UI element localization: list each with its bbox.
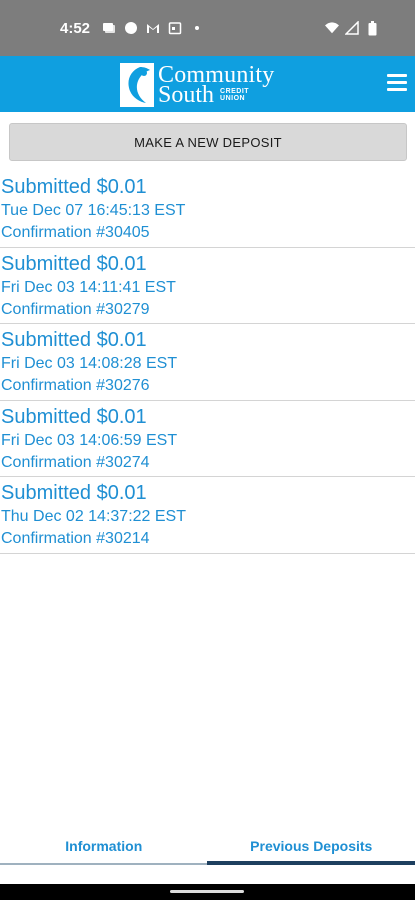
deposit-date: Fri Dec 03 14:06:59 EST: [1, 431, 178, 449]
deposit-list: Submitted $0.01 Tue Dec 07 16:45:13 EST …: [0, 171, 415, 554]
deposit-confirmation: Confirmation #30276: [1, 377, 150, 394]
status-right: [325, 20, 379, 35]
status-time: 4:52: [60, 19, 91, 37]
tab-information[interactable]: Information: [0, 826, 208, 866]
signal-icon: [345, 21, 359, 35]
status-left: 4:52: [60, 20, 204, 37]
logo-line2: South CREDIT UNION: [158, 82, 274, 108]
deposit-title: Submitted $0.01: [1, 176, 147, 198]
dot-icon: [190, 21, 204, 35]
battery-icon: [365, 20, 379, 35]
app-header: Community South CREDIT UNION: [0, 56, 415, 112]
menu-bar: [387, 81, 407, 84]
deposit-item[interactable]: Submitted $0.01 Tue Dec 07 16:45:13 EST …: [0, 171, 415, 248]
logo-text: Community South CREDIT UNION: [158, 63, 274, 108]
deposit-confirmation: Confirmation #30214: [1, 530, 150, 547]
deposit-confirmation: Confirmation #30274: [1, 453, 150, 471]
tab-previous-deposits[interactable]: Previous Deposits: [208, 826, 415, 866]
logo-credit-union: CREDIT UNION: [220, 88, 249, 102]
logo-union: UNION: [220, 95, 246, 102]
tab-previous-deposits-active-indicator: [207, 861, 415, 865]
deposit-confirmation: Confirmation #30279: [1, 300, 150, 318]
logo-mark-icon: [120, 63, 154, 107]
calendar-icon: [168, 21, 182, 35]
logo-credit: CREDIT: [220, 88, 250, 95]
home-handle[interactable]: [170, 890, 244, 893]
chat-icon: [124, 21, 138, 35]
deposit-title: Submitted $0.01: [1, 482, 147, 504]
deposit-item[interactable]: Submitted $0.01 Thu Dec 02 14:37:22 EST …: [0, 477, 415, 554]
logo-south: South: [158, 82, 215, 108]
gmail-icon: [146, 21, 160, 35]
deposit-date: Thu Dec 02 14:37:22 EST: [1, 508, 186, 525]
deposit-item[interactable]: Submitted $0.01 Fri Dec 03 14:08:28 EST …: [0, 324, 415, 401]
deposit-title: Submitted $0.01: [1, 252, 147, 275]
make-new-deposit-button[interactable]: MAKE A NEW DEPOSIT: [9, 123, 407, 161]
deposit-item[interactable]: Submitted $0.01 Fri Dec 03 14:11:41 EST …: [0, 248, 415, 324]
wifi-icon: [325, 21, 339, 35]
deposit-date: Tue Dec 07 16:45:13 EST: [1, 202, 186, 219]
logo: Community South CREDIT UNION: [120, 63, 274, 107]
menu-bar: [387, 88, 407, 91]
deposit-date: Fri Dec 03 14:11:41 EST: [1, 278, 176, 296]
deposit-title: Submitted $0.01: [1, 329, 147, 351]
tab-information-underline: [0, 863, 207, 865]
message-icon: [102, 21, 116, 35]
deposit-confirmation: Confirmation #30405: [1, 224, 150, 241]
system-nav-bar: [0, 884, 415, 900]
bottom-tabs: Information Previous Deposits: [0, 826, 415, 866]
menu-icon[interactable]: [387, 74, 407, 92]
deposit-item[interactable]: Submitted $0.01 Fri Dec 03 14:06:59 EST …: [0, 401, 415, 477]
menu-bar: [387, 74, 407, 77]
status-bar: 4:52: [0, 0, 415, 56]
deposit-date: Fri Dec 03 14:08:28 EST: [1, 355, 178, 372]
deposit-title: Submitted $0.01: [1, 405, 147, 428]
